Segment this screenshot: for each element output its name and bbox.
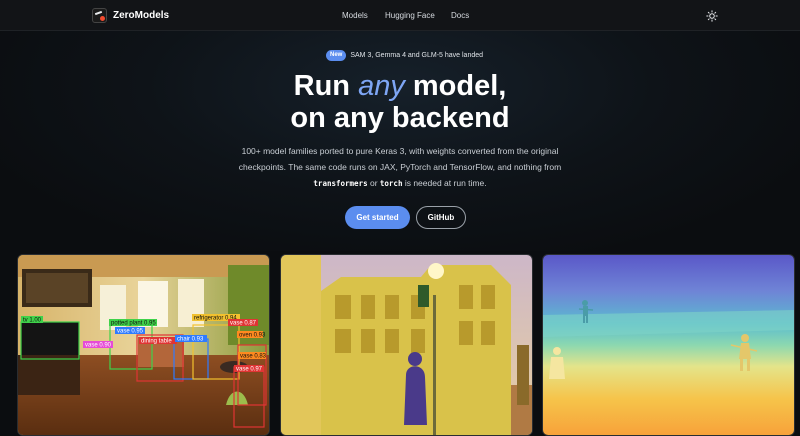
detection-label-vase-4: vase 0.87: [230, 321, 257, 327]
detection-label-vase-1: vase 0.95: [117, 329, 144, 335]
code-torch: torch: [379, 179, 403, 188]
headline-any: any: [358, 70, 405, 102]
detection-demo-card[interactable]: tv 1.00 potted plant 0.95 vase 0.95 refr…: [17, 254, 270, 436]
subtext-part-3: is needed at run time.: [402, 178, 487, 188]
get-started-button[interactable]: Get started: [345, 206, 410, 229]
subtext-part-1: 100+ model families ported to pure Keras…: [238, 146, 562, 172]
detection-label-dining-table: dining table: [141, 339, 172, 345]
segmentation-demo-image: [281, 255, 532, 435]
depth-demo-card[interactable]: [542, 254, 795, 436]
github-button[interactable]: GitHub: [416, 206, 466, 229]
detection-label-potted-plant: potted plant 0.95: [111, 321, 156, 327]
detection-label-vase-2: vase 0.90: [85, 343, 112, 349]
headline-run: Run: [293, 70, 359, 102]
hero-subtext: 100+ model families ported to pure Keras…: [224, 143, 576, 192]
detection-label-chair: chair 0.93: [177, 337, 204, 343]
brand[interactable]: ZeroModels: [92, 8, 169, 23]
announcement-pill[interactable]: New SAM 3, Gemma 4 and GLM-5 have landed: [326, 49, 483, 62]
depth-demo-image: [543, 255, 794, 435]
detection-label-oven: oven 0.93: [239, 333, 266, 339]
nav-link-models[interactable]: Models: [342, 11, 368, 20]
brand-name: ZeroModels: [113, 10, 170, 21]
announcement-text: SAM 3, Gemma 4 and GLM-5 have landed: [350, 52, 484, 59]
detection-label-vase-3: vase 0.97: [236, 367, 263, 373]
new-badge: New: [326, 50, 347, 61]
headline-model: model,: [404, 70, 507, 102]
headline-line-1: Run any model,: [0, 70, 800, 102]
sun-icon[interactable]: [706, 10, 718, 22]
headline-line-2: on any backend: [290, 102, 510, 134]
zeromodels-logo-icon: [92, 8, 107, 23]
detection-label-vase-5: vase 0.83: [240, 354, 267, 360]
top-navbar: ZeroModels Models Hugging Face Docs: [0, 0, 800, 31]
detection-label-tv: tv 1.00: [23, 318, 42, 324]
code-transformers: transformers: [313, 179, 368, 188]
segmentation-demo-card[interactable]: [280, 254, 533, 436]
nav-link-docs[interactable]: Docs: [451, 11, 469, 20]
detection-demo-image: tv 1.00 potted plant 0.95 vase 0.95 refr…: [18, 255, 269, 435]
hero-headline: Run any model, on any backend: [0, 70, 800, 134]
nav-link-hugging-face[interactable]: Hugging Face: [385, 11, 435, 20]
subtext-part-2: or: [367, 178, 380, 188]
